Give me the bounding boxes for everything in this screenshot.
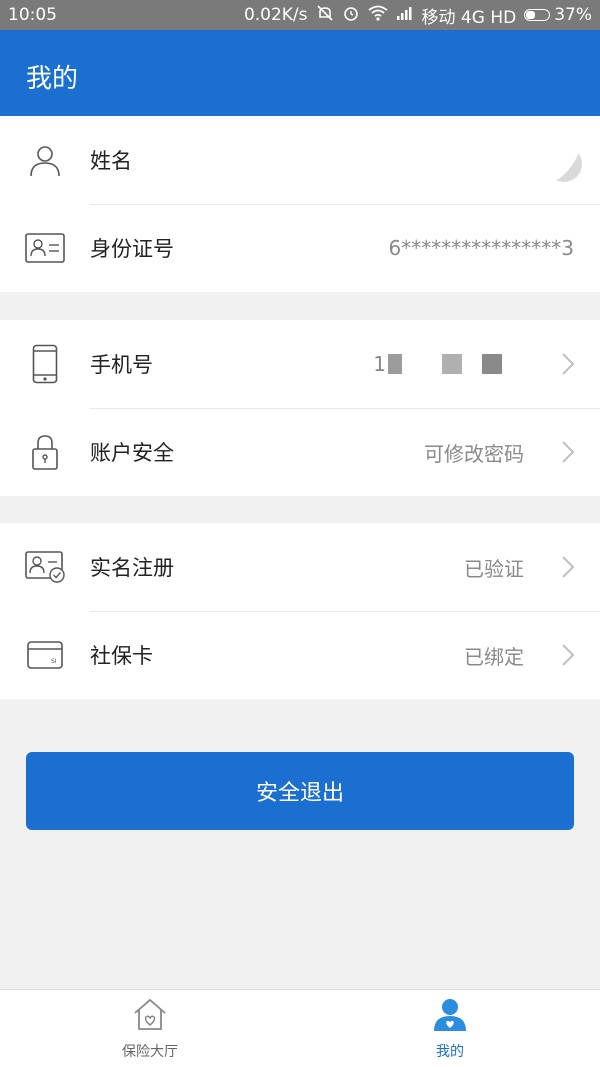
chevron-right-icon (558, 439, 578, 465)
social-security-card-icon: SI (24, 634, 66, 676)
row-value: 6****************3 (388, 236, 574, 260)
account-group: 手机号 1 账户安全 可修改密码 (0, 320, 600, 496)
row-label: 姓名 (90, 149, 132, 173)
row-phone[interactable]: 手机号 1 (0, 320, 600, 408)
row-label: 手机号 (90, 353, 153, 377)
tab-insurance-hall[interactable]: 保险大厅 (0, 990, 300, 1067)
verification-group: 实名注册 已验证 SI 社保卡 已绑定 (0, 523, 600, 699)
row-label: 社保卡 (90, 644, 153, 668)
row-real-name-registration[interactable]: 实名注册 已验证 (0, 523, 600, 611)
signal-icon (396, 5, 414, 25)
logout-button[interactable]: 安全退出 (26, 752, 574, 830)
row-label: 身份证号 (90, 237, 174, 261)
home-icon (132, 997, 168, 1035)
battery-percent: 37% (554, 5, 592, 25)
avatar (546, 146, 582, 182)
tab-mine[interactable]: 我的 (300, 990, 600, 1067)
verified-id-icon (24, 546, 66, 588)
wifi-icon (367, 5, 388, 26)
user-icon (432, 997, 468, 1035)
alarm-icon (342, 4, 360, 27)
tab-label: 我的 (436, 1043, 464, 1060)
redaction-block (388, 354, 402, 374)
phone-icon (24, 343, 66, 385)
row-label: 实名注册 (90, 556, 174, 580)
chevron-right-icon (558, 554, 578, 580)
battery-icon (524, 9, 551, 21)
person-icon (24, 139, 66, 181)
battery-indicator: 37% (524, 5, 592, 25)
profile-group: 姓名 身份证号 6****************3 (0, 116, 600, 292)
row-name: 姓名 (0, 116, 600, 204)
redaction-block (442, 354, 462, 374)
tab-label: 保险大厅 (122, 1043, 178, 1060)
chevron-right-icon (558, 642, 578, 668)
masked-phone-value: 1 (373, 352, 502, 376)
id-card-icon (24, 227, 66, 269)
chevron-right-icon (558, 351, 578, 377)
row-label: 账户安全 (90, 441, 174, 465)
row-social-security-card[interactable]: SI 社保卡 已绑定 (0, 611, 600, 699)
mute-icon (316, 4, 334, 27)
row-value: 已验证 (464, 556, 524, 581)
lock-icon (24, 431, 66, 473)
network-speed: 0.02K/s (243, 5, 308, 25)
status-bar: 10:05 0.02K/s 移动 4G HD 37% (0, 0, 600, 30)
page-title: 我的 (26, 64, 79, 94)
svg-text:SI: SI (51, 658, 57, 665)
row-id-number: 身份证号 6****************3 (0, 204, 600, 292)
row-value: 已绑定 (464, 644, 524, 669)
bottom-tab-bar: 保险大厅 我的 (0, 989, 600, 1067)
row-value: 可修改密码 (424, 441, 524, 466)
row-value: 1 (373, 352, 386, 376)
status-time: 10:05 (8, 5, 57, 25)
row-account-security[interactable]: 账户安全 可修改密码 (0, 408, 600, 496)
app-bar: 我的 (0, 30, 600, 116)
redaction-block (482, 354, 502, 374)
carrier-label: 移动 4G HD (421, 7, 517, 28)
